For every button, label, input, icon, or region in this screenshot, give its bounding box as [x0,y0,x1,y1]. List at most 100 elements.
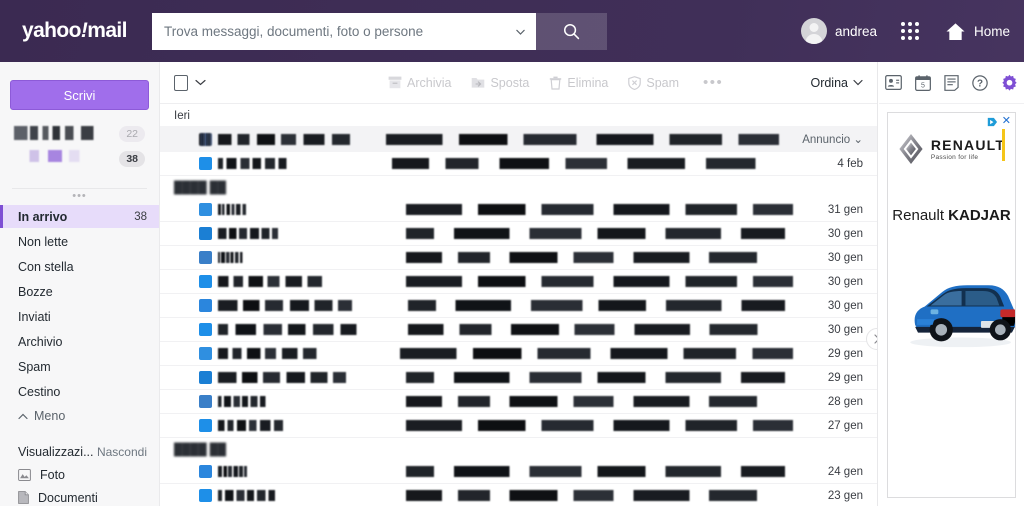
sidebar-item-spam[interactable]: Spam [0,355,159,378]
sidebar-show-less-button[interactable]: Meno [0,405,159,427]
notepad-icon[interactable] [944,74,959,91]
account-summary[interactable]: 22 38 [12,126,147,178]
grid-apps-icon[interactable] [900,22,919,40]
message-row[interactable]: 30 gen [160,294,877,318]
grid-dot [900,36,905,40]
sidebar-divider[interactable]: ••• [12,188,147,202]
message-row[interactable]: 29 gen [160,366,877,390]
message-row[interactable]: 29 gen [160,342,877,366]
sidebar-item-label: Inviati [18,309,51,324]
row-subject-redacted [406,420,805,431]
message-rows-group-2: 24 gen 23 gen 23 gen [160,460,877,506]
avatar [800,18,827,44]
more-horizontal-icon[interactable]: ••• [703,74,723,91]
sidebar-item-con-stella[interactable]: Con stella [0,255,159,278]
adchoices-icon[interactable] [987,117,998,127]
advertisement-panel[interactable]: ✕ RENAULT Passion for life Renault KADJA… [887,112,1016,498]
archive-button[interactable]: Archivia [388,76,451,90]
photo-icon [18,468,31,481]
row-sender-redacted [218,324,364,335]
message-row[interactable]: 31 gen [160,198,877,222]
move-button[interactable]: Sposta [471,76,529,90]
mail-main-column: Archivia Sposta Elimina Spam ••• Ordina … [160,62,878,506]
user-account-button[interactable]: andrea [800,18,877,44]
contacts-icon[interactable] [885,75,902,90]
compose-button[interactable]: Scrivi [10,80,149,110]
message-row[interactable]: 30 gen [160,246,877,270]
sidebar-item-inviati[interactable]: Inviati [0,305,159,328]
right-rail: 5 ? ✕ RENAULT Passion for life Renault K… [879,62,1024,506]
row-avatar [199,489,212,502]
settings-gear-icon[interactable] [1001,74,1018,91]
sponsored-badge[interactable]: Annuncio ⌄ [791,132,863,146]
sidebar-item-foto[interactable]: Foto [0,463,159,486]
user-name-label: andrea [834,23,877,39]
message-row[interactable]: 30 gen [160,318,877,342]
help-icon[interactable]: ? [972,74,988,91]
sidebar-item-in-arrivo[interactable]: In arrivo 38 [0,205,159,228]
sidebar-show-less-label: Meno [34,409,66,423]
message-row[interactable]: 4 feb [160,152,877,176]
spam-button[interactable]: Spam [628,76,679,90]
message-row[interactable]: 30 gen [160,222,877,246]
account-name-redacted [12,126,108,140]
row-sender-redacted [218,276,336,287]
sort-label: Ordina [810,75,848,90]
row-avatar [199,419,212,432]
select-all-checkbox[interactable] [174,74,188,91]
row-avatar [199,395,212,408]
row-subject-redacted [408,324,805,335]
row-avatar [199,299,212,312]
sidebar-item-documenti[interactable]: Documenti [0,486,159,506]
row-sender-redacted [218,348,330,359]
views-hide-button[interactable]: Nascondi [97,445,147,459]
sidebar-item-label: In arrivo [18,209,68,224]
message-group-header-2: ████ ██ [174,182,227,194]
app-header: yahoo!mail andrea [0,0,1024,62]
select-all-chevron-down-icon[interactable] [195,79,206,86]
message-row[interactable]: 23 gen [160,484,877,506]
rail-icon-bar: 5 ? [879,62,1024,104]
ad-title-bold: KADJAR [948,207,1011,224]
calendar-icon[interactable]: 5 [915,74,931,91]
message-group-header-3: ████ ██ [174,444,227,456]
account-badge-primary: 22 [119,126,145,142]
renault-logo: RENAULT Passion for life [888,133,1015,165]
row-sender-redacted [218,300,356,311]
account-badge-secondary: 38 [119,151,145,167]
ad-accent-bar [1002,129,1005,161]
grid-dot [907,36,912,40]
sidebar: Scrivi 22 38 ••• In arrivo 38 Non lette … [0,62,160,506]
renault-tagline: Passion for life [930,154,979,161]
search-button[interactable] [536,13,607,50]
grid-dot [900,22,905,26]
mail-toolbar: Archivia Sposta Elimina Spam ••• Ordina [160,62,877,104]
divider-dots: ••• [72,190,87,202]
row-sender-redacted [218,420,292,431]
sidebar-item-non-lette[interactable]: Non lette [0,230,159,253]
row-date: 29 gen [827,371,863,384]
message-row[interactable]: 30 gen [160,270,877,294]
sort-button[interactable]: Ordina [810,76,863,90]
ad-close-icon[interactable]: ✕ [1002,116,1011,127]
row-subject-redacted [406,396,805,407]
message-row[interactable]: 28 gen [160,390,877,414]
message-row[interactable]: 24 gen [160,460,877,484]
sponsored-label: Annuncio [802,134,851,146]
row-avatar [199,203,212,216]
search-bar [152,13,607,50]
sidebar-item-cestino[interactable]: Cestino [0,380,159,403]
row-avatar [199,347,212,360]
search-input[interactable] [164,24,524,39]
sidebar-item-archivio[interactable]: Archivio [0,330,159,353]
row-sender-redacted [218,490,278,501]
yahoo-mail-logo[interactable]: yahoo!mail [22,19,127,43]
search-chevron-down-icon[interactable] [515,26,526,37]
home-button[interactable]: Home [945,22,1010,41]
delete-label: Elimina [567,75,609,90]
message-row[interactable]: 27 gen [160,414,877,438]
sidebar-item-bozze[interactable]: Bozze [0,280,159,303]
message-list[interactable]: Ieri Annuncio ⌄ 4 feb ████ ██ 31 gen 30 … [160,104,877,506]
delete-button[interactable]: Elimina [549,76,608,90]
sponsored-message-row[interactable]: Annuncio ⌄ [160,126,877,152]
